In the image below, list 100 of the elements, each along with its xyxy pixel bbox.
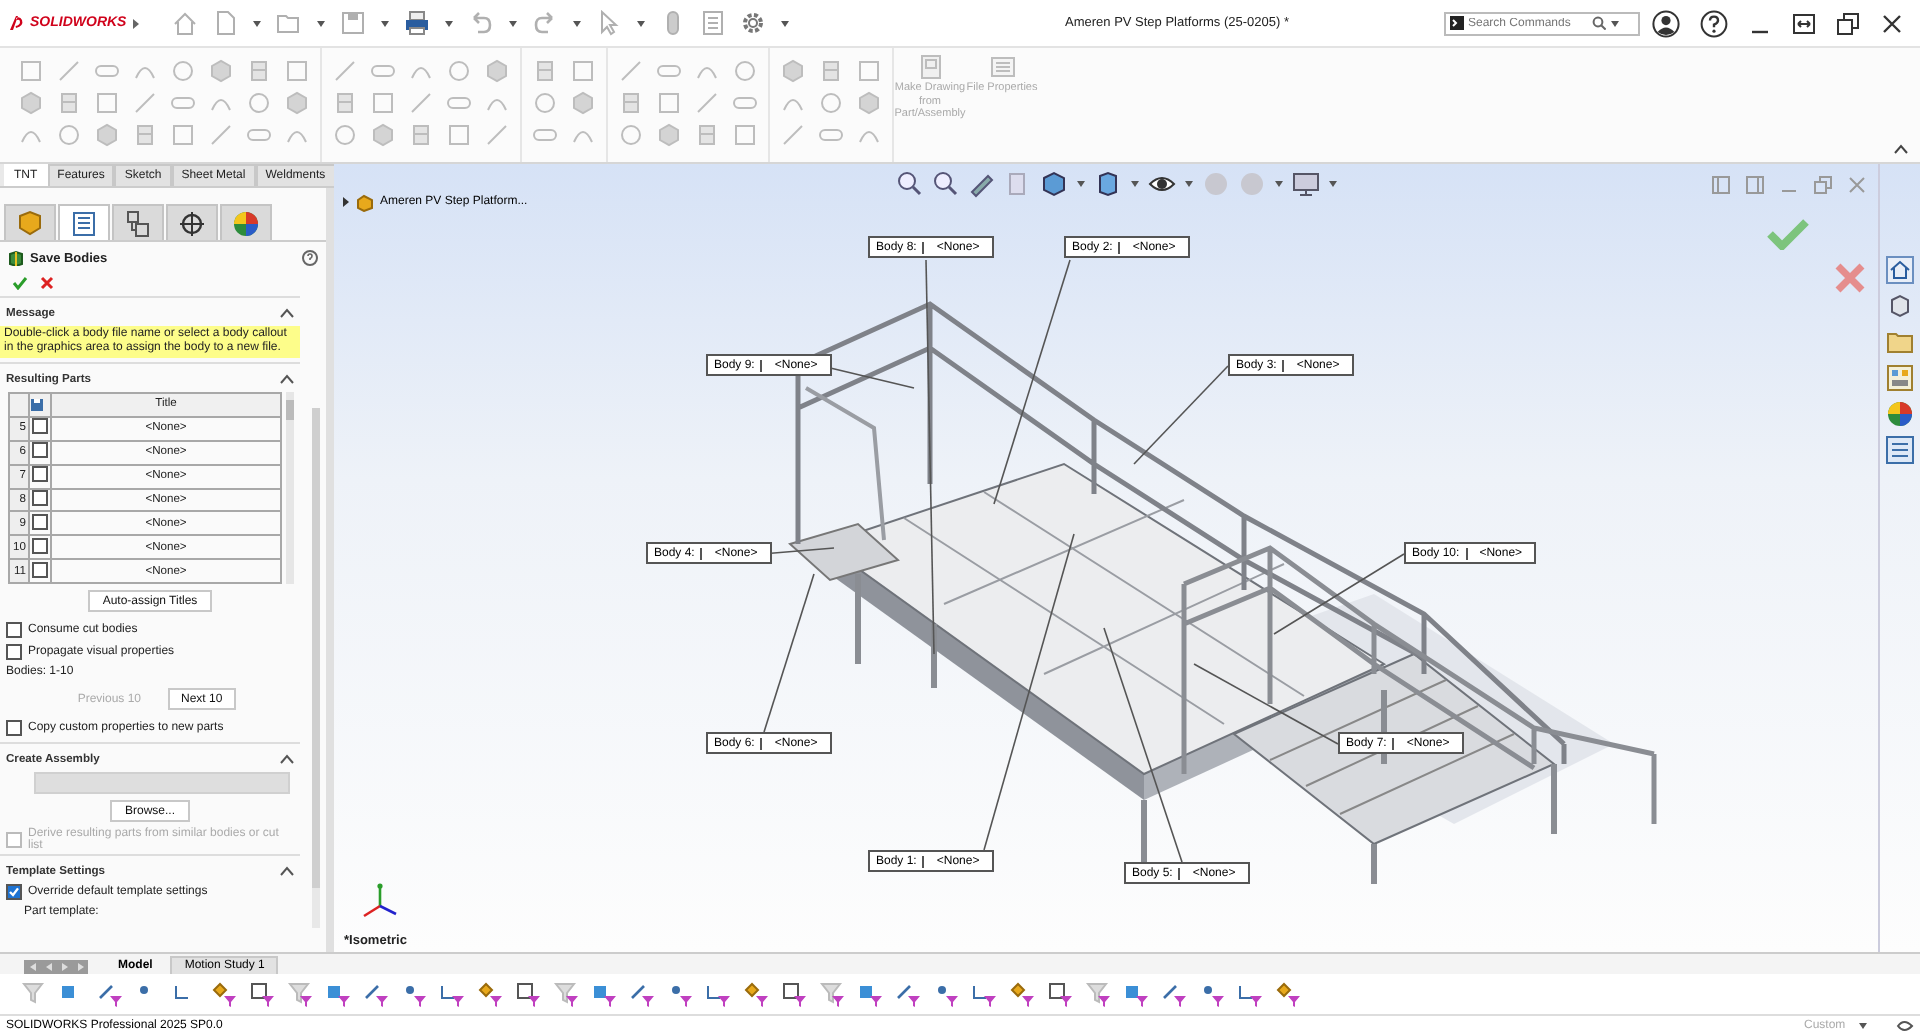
checkbox[interactable] — [32, 561, 48, 578]
filter-icon[interactable] — [704, 980, 732, 1008]
command-icon[interactable] — [570, 57, 596, 83]
panel-tab[interactable] — [58, 204, 110, 240]
checkbox[interactable] — [6, 643, 22, 659]
command-icon[interactable] — [446, 121, 472, 147]
zoom-to-fit-icon[interactable] — [896, 170, 924, 198]
filter-icon[interactable] — [1198, 980, 1226, 1008]
ok-check-icon[interactable] — [12, 275, 28, 289]
caret-icon[interactable] — [1130, 180, 1140, 188]
caret-icon[interactable] — [444, 19, 454, 27]
command-icon[interactable] — [732, 57, 758, 83]
filter-icon[interactable] — [210, 980, 238, 1008]
command-icon[interactable] — [780, 121, 806, 147]
command-icon[interactable] — [94, 89, 120, 115]
folder-icon[interactable] — [1886, 328, 1914, 356]
cube-icon[interactable] — [1886, 292, 1914, 320]
settings-icon[interactable] — [740, 10, 766, 36]
pencil-icon[interactable] — [968, 170, 996, 198]
checkbox[interactable] — [32, 466, 48, 483]
filter-icon[interactable] — [248, 980, 276, 1008]
expand-arrow-icon[interactable] — [342, 196, 350, 208]
monitor-icon[interactable] — [1292, 170, 1320, 198]
checkbox[interactable] — [32, 513, 48, 530]
command-icon[interactable] — [94, 121, 120, 147]
checkbox[interactable] — [32, 418, 48, 435]
command-icon[interactable] — [408, 89, 434, 115]
open-folder-icon[interactable] — [276, 10, 302, 36]
command-icon[interactable] — [56, 57, 82, 83]
filter-icon[interactable] — [362, 980, 390, 1008]
checkbox[interactable] — [32, 442, 48, 459]
filter-icon[interactable] — [1008, 980, 1036, 1008]
caret-icon[interactable] — [508, 19, 518, 27]
filter-icon[interactable] — [1274, 980, 1302, 1008]
panel-tab[interactable] — [220, 204, 272, 240]
command-icon[interactable] — [532, 89, 558, 115]
command-icon[interactable] — [484, 57, 510, 83]
command-icon[interactable] — [856, 89, 882, 115]
caret-icon[interactable] — [280, 308, 294, 318]
caret-icon[interactable] — [1274, 180, 1284, 188]
command-icon[interactable] — [818, 57, 844, 83]
caret-icon[interactable] — [316, 19, 326, 27]
command-icon[interactable] — [208, 121, 234, 147]
command-icon[interactable] — [56, 121, 82, 147]
command-icon[interactable] — [18, 89, 44, 115]
command-icon[interactable] — [484, 121, 510, 147]
filter-icon[interactable] — [552, 980, 580, 1008]
cube-icon[interactable] — [1040, 170, 1068, 198]
help-icon[interactable] — [302, 250, 318, 266]
command-icon[interactable] — [246, 57, 272, 83]
command-icon[interactable] — [246, 89, 272, 115]
command-icon[interactable] — [56, 89, 82, 115]
checkbox[interactable] — [6, 621, 22, 637]
caret-icon[interactable] — [280, 866, 294, 876]
caret-icon[interactable] — [636, 19, 646, 27]
filter-icon[interactable] — [856, 980, 884, 1008]
caret-icon[interactable] — [1610, 19, 1620, 27]
list-icon[interactable] — [1886, 436, 1914, 464]
scrollbar[interactable] — [312, 408, 320, 928]
command-icon[interactable] — [332, 57, 358, 83]
filter-icon[interactable] — [1236, 980, 1264, 1008]
filter-icon[interactable] — [1046, 980, 1074, 1008]
command-icon[interactable] — [408, 121, 434, 147]
caret-icon[interactable] — [1328, 180, 1338, 188]
command-icon[interactable] — [732, 121, 758, 147]
command-icon[interactable] — [284, 89, 310, 115]
filter-icon[interactable] — [894, 980, 922, 1008]
filter-icon[interactable] — [96, 980, 124, 1008]
command-icon[interactable] — [446, 57, 472, 83]
confirm-check-icon[interactable] — [1766, 218, 1810, 250]
rebuild-status-icon[interactable] — [1896, 1017, 1914, 1032]
checkbox[interactable] — [32, 537, 48, 554]
checkbox[interactable] — [6, 719, 22, 735]
filter-icon[interactable] — [400, 980, 428, 1008]
filter-icon[interactable] — [818, 980, 846, 1008]
command-icon[interactable] — [370, 89, 396, 115]
caret-icon[interactable] — [1076, 180, 1086, 188]
filter-icon[interactable] — [970, 980, 998, 1008]
command-icon[interactable] — [656, 89, 682, 115]
filter-icon[interactable] — [628, 980, 656, 1008]
command-icon[interactable] — [284, 57, 310, 83]
panel-tab[interactable] — [166, 204, 218, 240]
filter-icon[interactable] — [1160, 980, 1188, 1008]
new-document-icon[interactable] — [212, 10, 238, 36]
caret-icon[interactable] — [280, 754, 294, 764]
command-icon[interactable] — [618, 89, 644, 115]
caret-icon[interactable] — [780, 19, 790, 27]
command-icon[interactable] — [618, 57, 644, 83]
help-icon[interactable] — [1700, 9, 1728, 37]
panel-tab[interactable] — [112, 204, 164, 240]
cancel-icon[interactable] — [1834, 262, 1866, 294]
filter-icon[interactable] — [324, 980, 352, 1008]
zoom-area-icon[interactable] — [932, 170, 960, 198]
filter-icon[interactable] — [438, 980, 466, 1008]
split-view-icon[interactable] — [1712, 175, 1730, 193]
restore-icon[interactable] — [1836, 11, 1860, 35]
command-icon[interactable] — [532, 57, 558, 83]
command-icon[interactable] — [208, 57, 234, 83]
filter-icon[interactable] — [780, 980, 808, 1008]
command-icon[interactable] — [694, 121, 720, 147]
